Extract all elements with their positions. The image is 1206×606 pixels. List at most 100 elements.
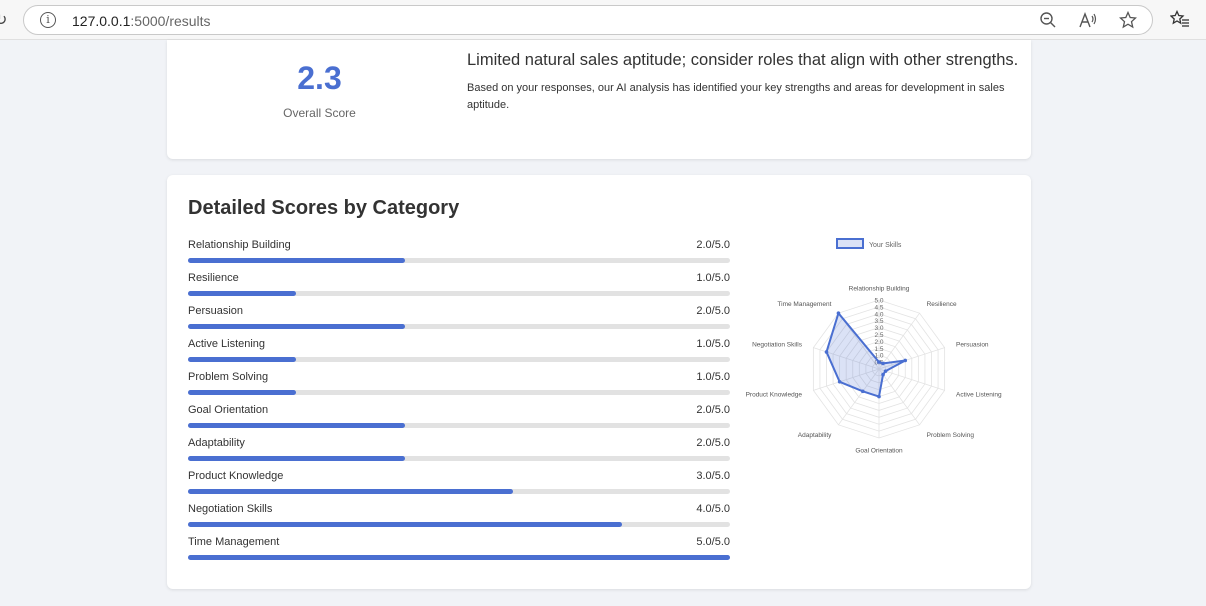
- category-name: Resilience: [188, 272, 239, 284]
- category-row: Time Management 5.0/5.0: [188, 536, 730, 566]
- category-score: 2.0/5.0: [696, 437, 730, 449]
- category-name: Adaptability: [188, 437, 245, 449]
- axis-label: Relationship Building: [849, 286, 910, 293]
- category-row: Product Knowledge 3.0/5.0: [188, 470, 730, 500]
- axis-label: Time Management: [777, 301, 831, 308]
- data-point: [883, 369, 888, 373]
- data-point: [860, 389, 865, 394]
- url-path: :5000/results: [130, 13, 211, 29]
- overall-score-label: Overall Score: [283, 106, 356, 120]
- section-title: Detailed Scores by Category: [188, 197, 460, 219]
- data-point: [836, 311, 841, 315]
- detailed-scores-card: Detailed Scores by Category Relationship…: [167, 175, 1031, 589]
- axis-label: Active Listening: [956, 392, 1002, 399]
- tick-label: 4.0: [874, 311, 883, 318]
- category-name: Time Management: [188, 536, 280, 548]
- category-row: Persuasion 2.0/5.0: [188, 305, 730, 335]
- data-point: [881, 372, 885, 377]
- category-name: Problem Solving: [188, 371, 269, 383]
- tick-label: 3.0: [874, 325, 883, 332]
- favorite-star-icon[interactable]: [1118, 10, 1138, 31]
- progress-fill: [188, 357, 297, 362]
- reload-icon[interactable]: ↻: [0, 10, 7, 30]
- category-score: 3.0/5.0: [696, 470, 730, 482]
- progress-fill: [188, 324, 405, 329]
- address-bar[interactable]: i 127.0.0.1:5000/results: [23, 5, 1153, 35]
- favorites-list-icon[interactable]: [1169, 9, 1190, 33]
- data-point: [837, 379, 842, 384]
- category-score: 4.0/5.0: [696, 503, 730, 515]
- overall-score-value: 2.3: [297, 60, 342, 96]
- data-point: [824, 350, 829, 354]
- tick-label: 3.5: [874, 318, 883, 325]
- category-score: 1.0/5.0: [696, 272, 730, 284]
- category-row: Goal Orientation 2.0/5.0: [188, 404, 730, 434]
- axis-label: Goal Orientation: [855, 448, 903, 455]
- category-row: Active Listening 1.0/5.0: [188, 338, 730, 368]
- category-row: Relationship Building 2.0/5.0: [188, 239, 730, 269]
- legend-swatch: [836, 238, 864, 249]
- data-point: [877, 360, 881, 364]
- data-point: [881, 361, 885, 366]
- category-score: 1.0/5.0: [696, 371, 730, 383]
- axis-label: Resilience: [927, 301, 957, 308]
- progress-fill: [188, 555, 730, 560]
- progress-track: [188, 258, 730, 263]
- tick-label: 2.0: [874, 339, 883, 346]
- progress-track: [188, 489, 730, 494]
- category-row: Problem Solving 1.0/5.0: [188, 371, 730, 401]
- category-row: Resilience 1.0/5.0: [188, 272, 730, 302]
- grid-spoke: [878, 368, 920, 426]
- category-name: Active Listening: [188, 338, 266, 350]
- category-name: Negotiation Skills: [188, 503, 273, 515]
- progress-track: [188, 291, 730, 296]
- progress-fill: [188, 258, 405, 263]
- progress-track: [188, 357, 730, 362]
- progress-track: [188, 390, 730, 395]
- progress-track: [188, 456, 730, 461]
- progress-fill: [188, 423, 405, 428]
- progress-fill: [188, 390, 297, 395]
- tick-label: 2.5: [874, 332, 883, 339]
- progress-track: [188, 423, 730, 428]
- data-point: [903, 358, 908, 363]
- category-score: 5.0/5.0: [696, 536, 730, 548]
- progress-track: [188, 522, 730, 527]
- category-row: Adaptability 2.0/5.0: [188, 437, 730, 467]
- progress-fill: [188, 522, 622, 527]
- category-row: Negotiation Skills 4.0/5.0: [188, 503, 730, 533]
- category-score: 2.0/5.0: [696, 239, 730, 251]
- progress-track: [188, 324, 730, 329]
- skills-radar-chart: Your Skills0.51.01.52.02.53.03.54.04.55.…: [746, 238, 1002, 455]
- summary-card: 2.3 Overall Score Limited natural sales …: [167, 40, 1031, 159]
- info-icon[interactable]: i: [40, 12, 56, 28]
- category-score: 1.0/5.0: [696, 338, 730, 350]
- category-score: 2.0/5.0: [696, 404, 730, 416]
- axis-label: Persuasion: [956, 341, 989, 348]
- data-point: [877, 394, 881, 399]
- progress-track: [188, 555, 730, 560]
- legend-label: Your Skills: [869, 242, 902, 249]
- category-name: Relationship Building: [188, 239, 291, 251]
- axis-label: Problem Solving: [927, 432, 975, 439]
- axis-label: Adaptability: [798, 432, 832, 439]
- progress-fill: [188, 291, 297, 296]
- summary-title: Limited natural sales aptitude; consider…: [467, 51, 1019, 69]
- category-name: Goal Orientation: [188, 404, 269, 416]
- summary-text: Based on your responses, our AI analysis…: [467, 82, 1005, 111]
- tick-label: 4.5: [874, 304, 883, 311]
- progress-fill: [188, 456, 405, 461]
- url-text[interactable]: 127.0.0.1:5000/results: [72, 13, 211, 29]
- category-score: 2.0/5.0: [696, 305, 730, 317]
- progress-fill: [188, 489, 514, 494]
- zoom-out-icon[interactable]: [1038, 11, 1058, 31]
- tick-label: 1.5: [874, 346, 883, 353]
- read-aloud-icon[interactable]: [1078, 11, 1098, 31]
- tick-label: 5.0: [874, 298, 883, 305]
- axis-label: Product Knowledge: [746, 392, 803, 399]
- url-host: 127.0.0.1: [72, 13, 131, 29]
- category-name: Persuasion: [188, 305, 244, 317]
- axis-label: Negotiation Skills: [752, 341, 803, 348]
- category-name: Product Knowledge: [188, 470, 284, 482]
- browser-toolbar: ↻ i 127.0.0.1:5000/results: [0, 0, 1206, 40]
